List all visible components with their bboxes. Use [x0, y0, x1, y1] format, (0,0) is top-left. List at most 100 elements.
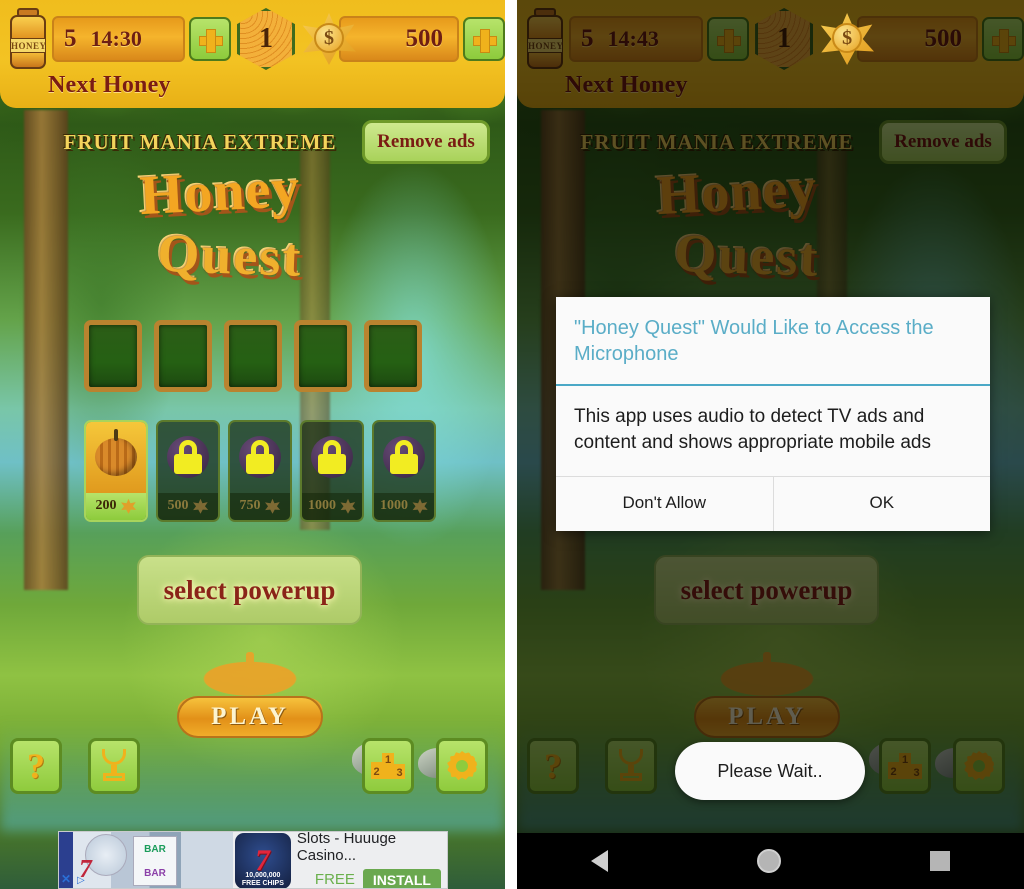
lock-icon: [245, 440, 275, 475]
powerup-card[interactable]: 750: [228, 420, 292, 522]
coin-counter: 500: [339, 16, 459, 62]
coin-symbol: $: [314, 23, 344, 53]
podium-third: 3: [394, 764, 405, 779]
lock-icon: [173, 440, 203, 475]
ad-free-label: FREE: [314, 871, 355, 888]
powerup-slot-row: [84, 320, 422, 392]
powerup-card[interactable]: 1000: [372, 420, 436, 522]
coin-icon: [120, 498, 137, 514]
question-mark-icon: ?: [27, 746, 45, 786]
powerup-card[interactable]: 500: [156, 420, 220, 522]
trophy-icon: [99, 749, 129, 783]
powerup-art: [86, 422, 146, 493]
dialog-title: "Honey Quest" Would Like to Access the M…: [556, 297, 990, 386]
dont-allow-button[interactable]: Don't Allow: [556, 477, 773, 531]
remove-ads-button[interactable]: Remove ads: [362, 120, 490, 164]
android-navigation-bar: [517, 833, 1024, 889]
game-logo: Honey Quest: [60, 157, 380, 288]
leaderboard-button[interactable]: 1 2 3: [362, 738, 414, 794]
microphone-permission-dialog: "Honey Quest" Would Like to Access the M…: [556, 297, 991, 532]
coin-symbol: $: [832, 23, 863, 53]
recents-square-icon[interactable]: [929, 851, 950, 871]
top-hud-bar: HONEY 5 14:30 1 $ 500 Next Honey: [0, 0, 505, 108]
powerup-slot[interactable]: [84, 320, 142, 392]
level-badge: 1: [237, 8, 295, 70]
coin-icon: $: [819, 13, 875, 65]
powerup-art: [230, 422, 290, 493]
powerup-price-value: 1000: [380, 498, 408, 514]
phone-screen-right: HONEY 5 14:43 1 $ 500 Next: [517, 0, 1024, 889]
add-coins-button[interactable]: [463, 17, 505, 61]
podium-second: 2: [371, 762, 382, 779]
powerup-art: [302, 422, 362, 493]
coin-icon: $: [301, 13, 357, 65]
powerup-price: 1000: [374, 492, 434, 520]
powerup-price: 750: [230, 492, 290, 520]
dialog-actions: Don't Allow OK: [556, 476, 991, 532]
powerup-slot[interactable]: [364, 320, 422, 392]
ad-info-icon[interactable]: ▷: [77, 875, 85, 886]
ad-app-icon: 7 10,000,000 FREE CHIPS: [234, 833, 291, 888]
ad-banner[interactable]: 7 BAR BAR ✕ ▷ 7 10,000,000 FREE CHIPS Sl…: [58, 831, 448, 889]
powerup-art: [158, 422, 218, 493]
honey-jar-icon: HONEY: [8, 8, 48, 70]
powerup-price: 200: [86, 492, 146, 520]
ad-text-block: Slots - Huuuge Casino... FREE INSTALL: [297, 832, 447, 888]
powerup-price-value: 1000: [308, 498, 336, 514]
dialog-message: This app uses audio to detect TV ads and…: [574, 405, 932, 453]
achievements-button[interactable]: [88, 738, 140, 794]
coin-icon: [192, 498, 209, 514]
powerup-card[interactable]: 200: [84, 420, 148, 522]
ad-install-button[interactable]: INSTALL: [362, 868, 441, 888]
screenshot-root: HONEY 5 14:30 1 $ 500 Next Honey FRUIT M…: [0, 0, 1024, 889]
powerup-slot[interactable]: [224, 320, 282, 392]
honey-jar-label: HONEY: [11, 38, 46, 53]
coin-count: 500: [405, 25, 444, 52]
coin-icon: [340, 498, 356, 514]
podium-first: 1: [382, 753, 394, 779]
play-button[interactable]: PLAY: [177, 696, 323, 738]
pumpkin-icon: [95, 429, 137, 477]
ad-creative-image: 7 BAR BAR ✕ ▷: [59, 832, 233, 888]
select-powerup-banner[interactable]: select powerup: [137, 555, 362, 625]
ad-bar-text-2: BAR: [144, 867, 166, 879]
powerup-price-value: 500: [167, 498, 189, 514]
ad-title: Slots - Huuuge Casino...: [296, 831, 397, 864]
podium-icon: 1 2 3: [371, 753, 405, 779]
logo-line-2: Quest: [156, 222, 304, 288]
next-honey-label: Next Honey: [48, 72, 171, 98]
settings-button[interactable]: [436, 738, 488, 794]
ad-close-icon[interactable]: ✕: [61, 872, 71, 886]
powerup-art: [374, 422, 434, 493]
ad-cta-row: FREE INSTALL: [297, 868, 441, 888]
lock-icon: [389, 440, 419, 475]
powerup-price: 1000: [302, 492, 362, 520]
honey-timer: 14:30: [90, 26, 142, 51]
hud-resources-row: HONEY 5 14:30 1 $ 500: [0, 8, 505, 70]
ad-bar-text: BAR: [144, 843, 166, 855]
powerup-price-value: 200: [95, 498, 117, 514]
honey-counter: 5 14:30: [52, 16, 185, 62]
coin-icon: [412, 498, 428, 514]
lock-icon: [317, 440, 347, 475]
powerup-price: 500: [158, 492, 218, 520]
powerup-card[interactable]: 1000: [300, 420, 364, 522]
help-button[interactable]: ?: [10, 738, 62, 794]
please-wait-toast: Please Wait..: [675, 742, 865, 800]
home-circle-icon[interactable]: [756, 849, 781, 873]
gear-icon: [447, 751, 477, 781]
ok-button[interactable]: OK: [772, 477, 991, 532]
coin-icon: [264, 498, 281, 514]
publisher-banner: FRUIT MANIA EXTREME: [63, 130, 337, 154]
honey-count: 5: [64, 25, 77, 52]
add-honey-button[interactable]: [189, 17, 231, 61]
ad-icon-chips: 10,000,000 FREE CHIPS: [241, 872, 284, 887]
powerup-slot[interactable]: [154, 320, 212, 392]
powerup-slot[interactable]: [294, 320, 352, 392]
phone-screen-left: HONEY 5 14:30 1 $ 500 Next Honey FRUIT M…: [0, 0, 505, 889]
level-number: 1: [259, 23, 273, 54]
powerup-shop-row: 200 500 750 1000 1000: [84, 420, 436, 522]
back-triangle-icon[interactable]: [591, 850, 609, 872]
powerup-price-value: 750: [239, 498, 261, 514]
play-button-group: PLAY: [165, 650, 335, 750]
